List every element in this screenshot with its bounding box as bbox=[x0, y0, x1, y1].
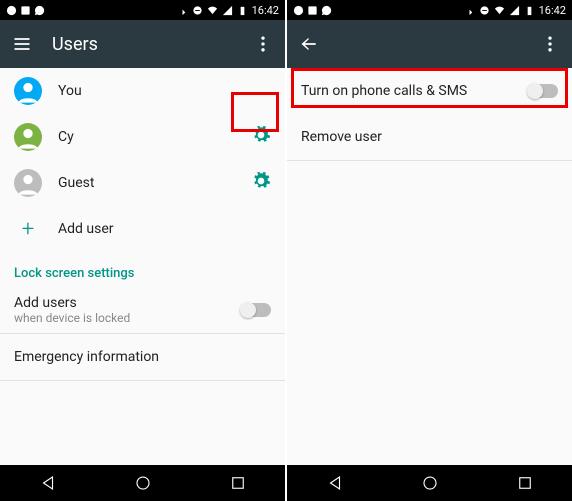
overflow-icon[interactable] bbox=[540, 34, 560, 54]
overflow-icon[interactable] bbox=[253, 34, 273, 54]
content-area: Turn on phone calls & SMS Remove user bbox=[287, 68, 572, 501]
user-row-cy[interactable]: Cy bbox=[0, 114, 285, 160]
battery-icon bbox=[524, 5, 535, 16]
setting-title: Emergency information bbox=[14, 349, 271, 365]
whatsapp-icon bbox=[321, 5, 332, 16]
wifi-icon bbox=[207, 5, 218, 16]
content-area: You Cy Guest + Add user Lock screen sett… bbox=[0, 68, 285, 501]
avatar-icon bbox=[14, 123, 42, 151]
remove-user-row[interactable]: Remove user bbox=[287, 114, 572, 160]
user-label: Cy bbox=[58, 129, 235, 145]
app-bar: Users bbox=[0, 20, 285, 68]
messenger-icon bbox=[6, 5, 17, 16]
nav-bar bbox=[287, 465, 572, 501]
divider bbox=[287, 160, 572, 161]
toggle-switch[interactable] bbox=[241, 303, 271, 317]
setting-title: Remove user bbox=[301, 129, 558, 145]
clock: 16:42 bbox=[539, 4, 566, 17]
image-icon bbox=[307, 5, 318, 16]
user-settings-button[interactable] bbox=[251, 171, 271, 195]
home-icon[interactable] bbox=[421, 474, 439, 492]
recents-icon[interactable] bbox=[516, 474, 534, 492]
messenger-icon bbox=[293, 5, 304, 16]
image-icon bbox=[20, 5, 31, 16]
app-bar bbox=[287, 20, 572, 68]
user-label: You bbox=[58, 83, 271, 99]
avatar-icon bbox=[14, 77, 42, 105]
dnd-icon bbox=[479, 5, 490, 16]
status-bar: 16:42 bbox=[0, 0, 285, 20]
whatsapp-icon bbox=[34, 5, 45, 16]
user-row-you[interactable]: You bbox=[0, 68, 285, 114]
phone-left: 16:42 Users You Cy Guest bbox=[0, 0, 285, 501]
add-users-locked-row[interactable]: Add users when device is locked bbox=[0, 287, 285, 333]
divider bbox=[0, 380, 285, 381]
battery-icon bbox=[237, 5, 248, 16]
status-bar: 16:42 bbox=[287, 0, 572, 20]
dnd-icon bbox=[192, 5, 203, 16]
back-icon[interactable] bbox=[39, 474, 57, 492]
setting-title: Add users bbox=[14, 295, 225, 311]
page-title: Users bbox=[52, 34, 233, 55]
user-settings-button[interactable] bbox=[251, 125, 271, 149]
hamburger-icon[interactable] bbox=[12, 34, 32, 54]
back-arrow-icon[interactable] bbox=[299, 34, 319, 54]
user-row-guest[interactable]: Guest bbox=[0, 160, 285, 206]
clock: 16:42 bbox=[252, 4, 279, 17]
nav-bar bbox=[0, 465, 285, 501]
add-user-row[interactable]: + Add user bbox=[0, 206, 285, 252]
wifi-icon bbox=[494, 5, 505, 16]
back-icon[interactable] bbox=[326, 474, 344, 492]
phone-right: 16:42 Turn on phone calls & SMS Remove u… bbox=[287, 0, 572, 501]
home-icon[interactable] bbox=[134, 474, 152, 492]
bluetooth-icon bbox=[464, 5, 475, 16]
section-heading: Lock screen settings bbox=[0, 252, 285, 287]
user-label: Guest bbox=[58, 175, 235, 191]
setting-subtitle: when device is locked bbox=[14, 311, 225, 325]
signal-icon bbox=[222, 5, 233, 16]
phone-sms-toggle-row[interactable]: Turn on phone calls & SMS bbox=[287, 68, 572, 114]
emergency-info-row[interactable]: Emergency information bbox=[0, 334, 285, 380]
recents-icon[interactable] bbox=[229, 474, 247, 492]
setting-title: Turn on phone calls & SMS bbox=[301, 83, 512, 99]
toggle-switch[interactable] bbox=[528, 84, 558, 98]
bluetooth-icon bbox=[177, 5, 188, 16]
plus-icon: + bbox=[14, 217, 42, 242]
signal-icon bbox=[509, 5, 520, 16]
add-user-label: Add user bbox=[58, 221, 271, 237]
avatar-icon bbox=[14, 169, 42, 197]
